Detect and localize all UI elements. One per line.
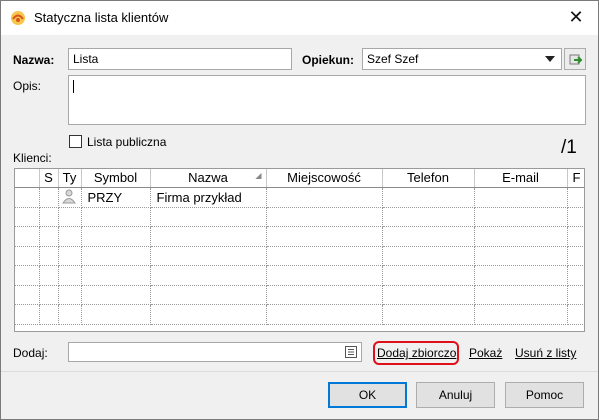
column-header-phone[interactable]: Telefon (382, 169, 475, 188)
cell-symbol: PRZY (81, 187, 151, 208)
add-client-input[interactable] (68, 342, 362, 362)
owner-select[interactable]: Szef Szef (362, 48, 562, 70)
cancel-button[interactable]: Anuluj (416, 382, 495, 408)
add-label: Dodaj: (13, 346, 48, 360)
client-counter: /1 (561, 137, 577, 158)
clients-grid[interactable]: S Ty Symbol Nazwa ◢ Miejscowość Telefon E… (14, 168, 585, 332)
column-header-f[interactable]: F (567, 169, 584, 188)
table-row (15, 246, 584, 266)
name-label: Nazwa: (13, 53, 55, 67)
help-button[interactable]: Pomoc (505, 382, 584, 408)
clients-label: Klienci: (13, 151, 52, 165)
app-logo-icon (11, 11, 25, 25)
dialog-window: Statyczna lista klientów ✕ Nazwa: Lista … (0, 0, 599, 420)
window-title: Statyczna lista klientów (34, 10, 169, 25)
sort-indicator-icon: ◢ (255, 171, 262, 180)
go-to-owner-icon (569, 54, 583, 65)
table-row[interactable]: PRZY Firma przykład (15, 187, 584, 208)
ok-button[interactable]: OK (328, 382, 407, 408)
owner-value: Szef Szef (367, 52, 419, 66)
close-icon: ✕ (568, 7, 584, 27)
owner-action-button[interactable] (564, 48, 586, 70)
column-header-type[interactable]: Ty (58, 169, 82, 188)
name-field[interactable]: Lista (68, 48, 292, 70)
close-button[interactable]: ✕ (563, 6, 589, 30)
cell-name: Firma przykład (150, 187, 267, 208)
text-cursor (73, 80, 74, 94)
list-picker-icon[interactable] (345, 346, 357, 358)
table-row (15, 226, 584, 247)
remove-from-list-link[interactable]: Usuń z listy (515, 346, 576, 360)
column-header-name[interactable]: Nazwa ◢ (150, 169, 267, 188)
column-header-email[interactable]: E-mail (474, 169, 568, 188)
public-list-label: Lista publiczna (87, 135, 167, 149)
public-list-checkbox[interactable] (69, 135, 82, 148)
column-header-s[interactable]: S (39, 169, 59, 188)
show-link[interactable]: Pokaż (469, 346, 502, 360)
clients-table: S Ty Symbol Nazwa ◢ Miejscowość Telefon E… (15, 169, 584, 325)
table-row (15, 285, 584, 305)
title-bar: Statyczna lista klientów ✕ (1, 1, 598, 35)
client-type-icon (61, 189, 76, 203)
table-row (15, 304, 584, 325)
column-header-symbol[interactable]: Symbol (81, 169, 151, 188)
table-row (15, 207, 584, 227)
add-bulk-link[interactable]: Dodaj zbiorczo (377, 346, 456, 360)
owner-label: Opiekun: (302, 53, 355, 67)
row-indicator-header (15, 169, 40, 188)
table-row (15, 265, 584, 286)
column-header-city[interactable]: Miejscowość (266, 169, 383, 188)
description-field[interactable] (68, 75, 586, 125)
chevron-down-icon (545, 56, 555, 62)
description-label: Opis: (13, 79, 42, 93)
